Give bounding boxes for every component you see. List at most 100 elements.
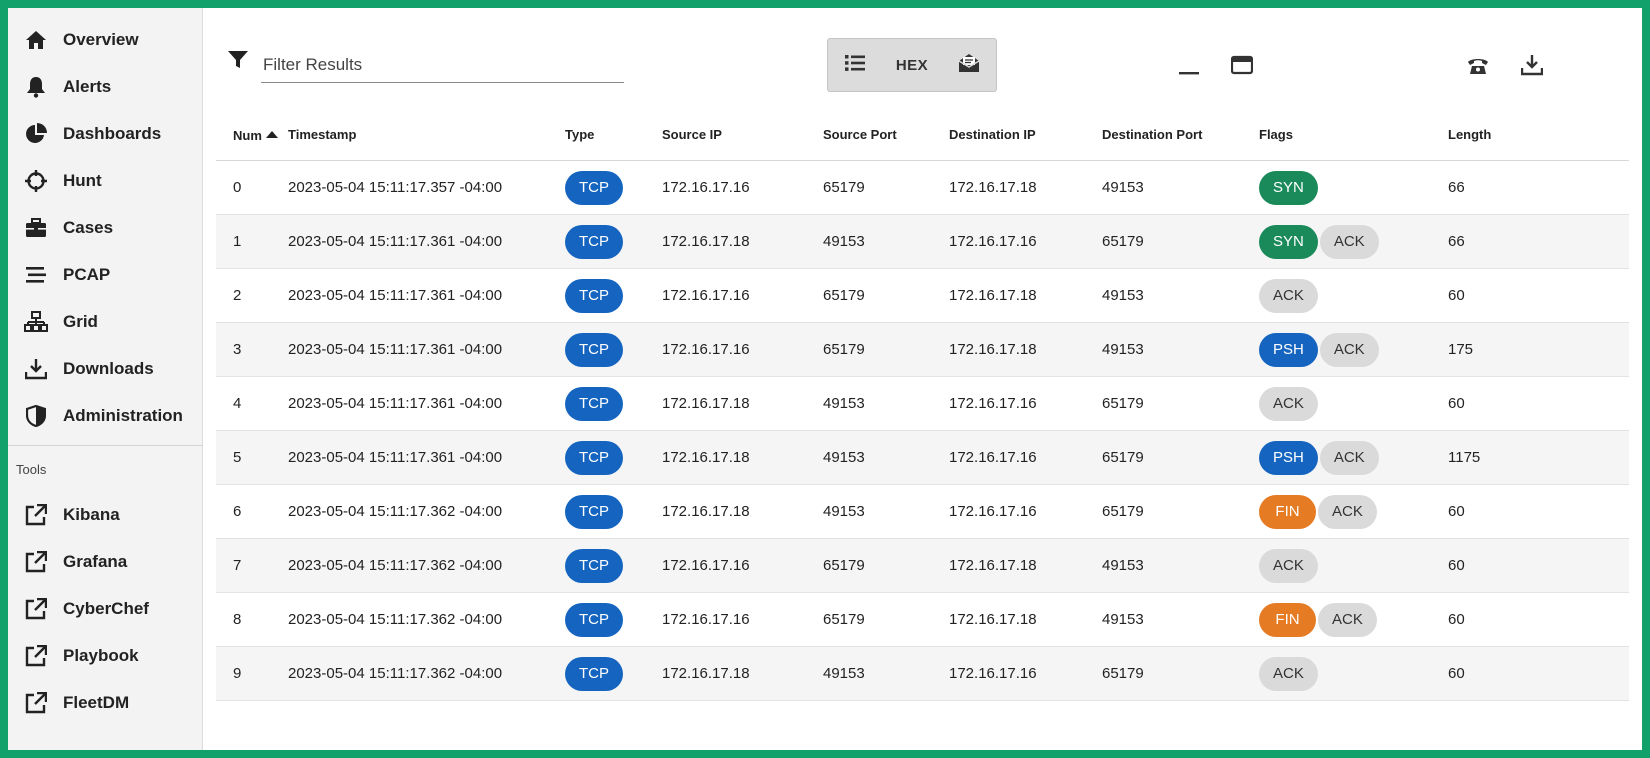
cell-source-ip: 172.16.17.18 [662, 376, 823, 431]
cell-source-port: 49153 [823, 214, 949, 269]
sidebar-item-overview[interactable]: Overview [8, 16, 202, 63]
column-header-flags[interactable]: Flags [1259, 108, 1448, 161]
cell-length: 66 [1448, 160, 1629, 215]
cell-source-ip: 172.16.17.16 [662, 538, 823, 593]
table-row[interactable]: 8 2023-05-04 15:11:17.362 -04:00 TCP 172.16… [216, 592, 1629, 647]
cell-timestamp: 2023-05-04 15:11:17.361 -04:00 [288, 430, 565, 485]
protocol-badge: TCP [565, 224, 623, 259]
cell-num: 1 [216, 214, 288, 269]
cell-num: 7 [216, 538, 288, 593]
shield-icon [24, 404, 48, 428]
column-header-source-ip[interactable]: Source IP [662, 108, 823, 161]
tool-link-cyberchef[interactable]: CyberChef [8, 585, 202, 632]
sidebar-item-pcap[interactable]: PCAP [8, 251, 202, 298]
cell-destination-ip: 172.16.17.18 [949, 538, 1102, 593]
table-row[interactable]: 4 2023-05-04 15:11:17.361 -04:00 TCP 172.16… [216, 376, 1629, 431]
table-row[interactable]: 2 2023-05-04 15:11:17.361 -04:00 TCP 172.16… [216, 268, 1629, 323]
table-row[interactable]: 1 2023-05-04 15:11:17.361 -04:00 TCP 172.16… [216, 214, 1629, 269]
home-icon [24, 28, 48, 52]
sidebar-item-cases[interactable]: Cases [8, 204, 202, 251]
sidebar-item-downloads[interactable]: Downloads [8, 345, 202, 392]
cell-destination-port: 49153 [1102, 592, 1259, 647]
cell-source-ip: 172.16.17.16 [662, 322, 823, 377]
sidebar-item-label: Dashboards [63, 123, 162, 143]
list-view-button[interactable] [828, 39, 882, 91]
protocol-badge: TCP [565, 656, 623, 691]
table-row[interactable]: 6 2023-05-04 15:11:17.362 -04:00 TCP 172.16… [216, 484, 1629, 539]
cell-destination-ip: 172.16.17.18 [949, 268, 1102, 323]
stream-icon [24, 263, 48, 287]
cell-type: TCP [565, 268, 662, 323]
cell-length: 66 [1448, 214, 1629, 269]
flag-badge-syn: SYN [1259, 170, 1318, 205]
briefcase-icon [24, 216, 48, 240]
case-view-button[interactable] [942, 39, 996, 91]
cell-destination-port: 65179 [1102, 376, 1259, 431]
cell-destination-port: 49153 [1102, 160, 1259, 215]
cell-flags: PSH ACK [1259, 430, 1448, 485]
network-icon [24, 310, 48, 334]
column-header-destination-port[interactable]: Destination Port [1102, 108, 1259, 161]
cell-flags: SYN ACK [1259, 214, 1448, 269]
cell-type: TCP [565, 376, 662, 431]
table-row[interactable]: 5 2023-05-04 15:11:17.361 -04:00 TCP 172.16… [216, 430, 1629, 485]
tool-link-label: CyberChef [63, 598, 149, 618]
toolbar: HEX [203, 8, 1642, 108]
calendar-button[interactable] [1229, 54, 1255, 80]
minimize-button[interactable] [1176, 54, 1202, 80]
cell-destination-ip: 172.16.17.18 [949, 322, 1102, 377]
download-button[interactable] [1519, 54, 1545, 80]
pie-chart-icon [24, 122, 48, 146]
flag-badge-ack: ACK [1319, 224, 1379, 259]
filter-icon[interactable] [227, 50, 249, 72]
minimize-icon [1178, 54, 1200, 81]
cell-destination-port: 65179 [1102, 484, 1259, 539]
sidebar-item-alerts[interactable]: Alerts [8, 63, 202, 110]
cell-timestamp: 2023-05-04 15:11:17.362 -04:00 [288, 592, 565, 647]
cell-type: TCP [565, 430, 662, 485]
cell-type: TCP [565, 322, 662, 377]
table-row[interactable]: 0 2023-05-04 15:11:17.357 -04:00 TCP 172.16… [216, 160, 1629, 215]
cell-type: TCP [565, 538, 662, 593]
column-header-destination-ip[interactable]: Destination IP [949, 108, 1102, 161]
tool-link-label: Playbook [63, 645, 139, 665]
filter-input[interactable] [261, 48, 624, 83]
cell-length: 1175 [1448, 430, 1629, 485]
tool-link-fleetdm[interactable]: FleetDM [8, 679, 202, 726]
sidebar-item-hunt[interactable]: Hunt [8, 157, 202, 204]
cell-source-ip: 172.16.17.18 [662, 484, 823, 539]
sidebar-item-administration[interactable]: Administration [8, 392, 202, 439]
flag-badge-fin: FIN [1259, 494, 1316, 529]
cell-flags: ACK [1259, 268, 1448, 323]
hex-view-button[interactable]: HEX [882, 39, 942, 91]
phone-button[interactable] [1465, 54, 1491, 80]
cell-type: TCP [565, 592, 662, 647]
cell-timestamp: 2023-05-04 15:11:17.362 -04:00 [288, 646, 565, 701]
tools-section-title: Tools [16, 462, 47, 477]
sidebar-item-grid[interactable]: Grid [8, 298, 202, 345]
tool-link-playbook[interactable]: Playbook [8, 632, 202, 679]
flag-badge-ack: ACK [1259, 548, 1318, 583]
sidebar-item-label: Grid [63, 311, 98, 331]
protocol-badge: TCP [565, 602, 623, 637]
cell-type: TCP [565, 646, 662, 701]
sidebar-item-label: Administration [63, 405, 183, 425]
cell-type: TCP [565, 214, 662, 269]
column-header-source-port[interactable]: Source Port [823, 108, 949, 161]
sidebar-item-dashboards[interactable]: Dashboards [8, 110, 202, 157]
column-header-type[interactable]: Type [565, 108, 662, 161]
tool-link-kibana[interactable]: Kibana [8, 491, 202, 538]
table-row[interactable]: 9 2023-05-04 15:11:17.362 -04:00 TCP 172.16… [216, 646, 1629, 701]
flag-badge-ack: ACK [1259, 656, 1318, 691]
column-header-length[interactable]: Length [1448, 108, 1629, 161]
cell-flags: ACK [1259, 538, 1448, 593]
table-row[interactable]: 7 2023-05-04 15:11:17.362 -04:00 TCP 172.16… [216, 538, 1629, 593]
cell-destination-port: 49153 [1102, 322, 1259, 377]
tool-link-grafana[interactable]: Grafana [8, 538, 202, 585]
column-header-timestamp[interactable]: Timestamp [288, 108, 565, 161]
table-row[interactable]: 3 2023-05-04 15:11:17.361 -04:00 TCP 172.16… [216, 322, 1629, 377]
cell-destination-port: 49153 [1102, 538, 1259, 593]
cell-flags: FIN ACK [1259, 484, 1448, 539]
cell-flags: ACK [1259, 376, 1448, 431]
column-header-num[interactable]: Num [216, 108, 288, 161]
